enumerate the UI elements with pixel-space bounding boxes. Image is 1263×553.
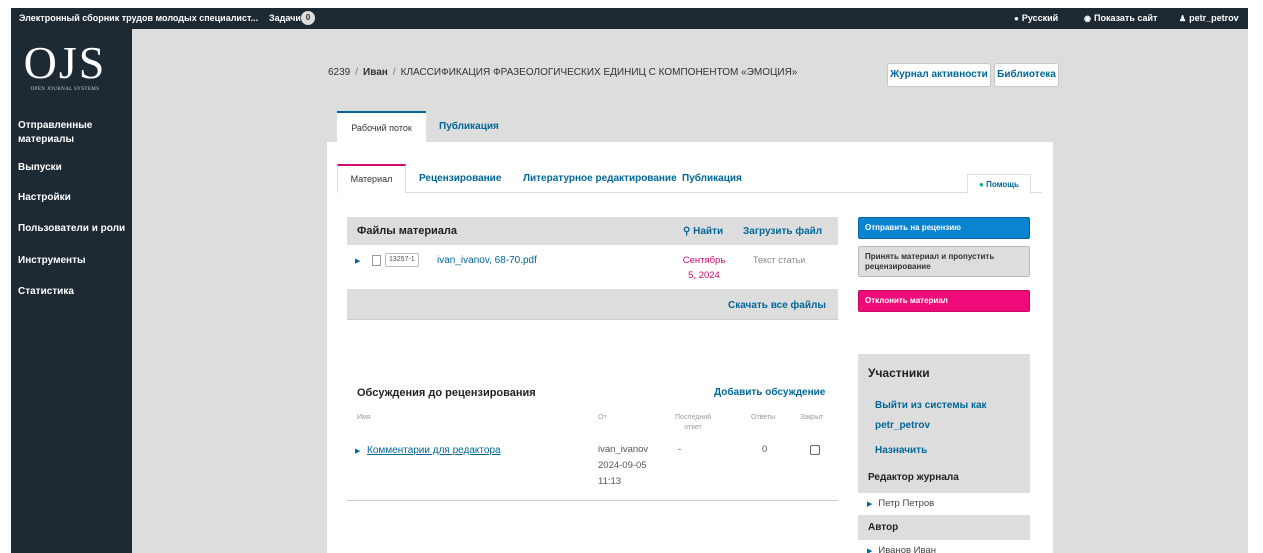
role-journal-editor: Редактор журнала (868, 472, 959, 483)
sidebar-item-tools[interactable]: Инструменты (18, 254, 128, 268)
participant-item[interactable]: ▶ Иванов Иван (858, 540, 1030, 553)
logo-subtitle: OPEN JOURNAL SYSTEMS (30, 87, 100, 92)
language-menu[interactable]: ● Русский (1014, 13, 1058, 23)
participants-panel: Участники Выйти из системы как petr_petro… (858, 354, 1030, 553)
tab-review[interactable]: Рецензирование (419, 164, 501, 193)
file-genre: Текст статьи (753, 255, 806, 265)
file-icon (372, 255, 381, 266)
app-window: Электронный сборник трудов молодых специ… (11, 8, 1248, 553)
submission-files-grid: Файлы материала ⚲ Найти Загрузить файл ▶… (347, 217, 838, 322)
sidebar-item-submissions[interactable]: Отправленные материалы (18, 119, 128, 147)
user-name: petr_petrov (1189, 13, 1239, 23)
tasks-count-badge[interactable]: 0 (301, 11, 315, 25)
breadcrumb: 6239/Иван / КЛАССИФИКАЦИЯ ФРАЗЕОЛОГИЧЕСКИХ… (328, 67, 798, 78)
participants-title: Участники (868, 366, 930, 380)
upload-file-link[interactable]: Загрузить файл (743, 226, 822, 237)
sidebar-item-users-roles[interactable]: Пользователи и роли (18, 222, 128, 236)
discussions-title: Обсуждения до рецензирования (357, 387, 536, 399)
globe-icon: ● (1014, 14, 1019, 23)
files-grid-footer: Скачать все файлы (347, 289, 838, 320)
user-icon: ♟ (1179, 14, 1187, 23)
discussion-link[interactable]: Комментарии для редактора (367, 445, 501, 456)
sidebar-item-issues[interactable]: Выпуски (18, 161, 128, 175)
col-header-from: От (598, 414, 607, 421)
tab-stage-publication[interactable]: Публикация (682, 164, 742, 193)
author-name: Иван (363, 67, 388, 78)
file-id-badge: 13257-1 (385, 253, 419, 267)
file-name-link[interactable]: ivan_ivanov, 68-70.pdf (437, 255, 537, 266)
expand-row-icon[interactable]: ▶ (355, 257, 360, 265)
discussions-grid: Обсуждения до рецензирования Добавить об… (347, 387, 838, 502)
site-name-link[interactable]: Электронный сборник трудов молодых специ… (19, 13, 258, 23)
send-to-review-button[interactable]: Отправить на рецензию (858, 217, 1030, 239)
sidebar-item-settings[interactable]: Настройки (18, 191, 128, 205)
submission-id: 6239 (328, 67, 351, 78)
discussion-replies: 0 (762, 444, 768, 455)
expand-row-icon: ▶ (867, 501, 873, 508)
add-discussion-link[interactable]: Добавить обсуждение (714, 387, 825, 398)
accept-skip-review-button[interactable]: Принять материал и пропустить рецензирова… (858, 246, 1030, 277)
tab-submission[interactable]: Материал (337, 164, 406, 193)
top-bar: Электронный сборник трудов молодых специ… (11, 8, 1248, 29)
search-icon: ⚲ (683, 226, 691, 237)
library-button[interactable]: Библиотека (994, 63, 1059, 87)
eye-icon: ◉ (1084, 14, 1091, 23)
tab-publication[interactable]: Публикация (439, 111, 499, 143)
download-all-link[interactable]: Скачать все файлы (728, 300, 826, 311)
logout-as-link[interactable]: Выйти из системы как petr_petrov (875, 396, 987, 436)
help-button[interactable]: ● Помощь (967, 174, 1031, 194)
language-label: Русский (1021, 13, 1059, 23)
main-content: 6239/Иван / КЛАССИФИКАЦИЯ ФРАЗЕОЛОГИЧЕСКИХ… (132, 29, 1248, 553)
workflow-panel: Материал Рецензирование Литературное ред… (327, 142, 1053, 553)
tab-workflow[interactable]: Рабочий поток (337, 111, 426, 143)
view-site-label: Показать сайт (1093, 13, 1158, 23)
help-icon: ● (979, 180, 984, 189)
participant-name: Петр Петров (878, 498, 935, 509)
discussion-last-reply: - (678, 444, 682, 455)
expand-row-icon[interactable]: ▶ (355, 447, 360, 455)
participant-item[interactable]: ▶ Петр Петров (858, 493, 1030, 515)
expand-row-icon: ▶ (867, 548, 873, 553)
page-title: КЛАССИФИКАЦИЯ ФРАЗЕОЛОГИЧЕСКИХ ЕДИНИЦ С … (400, 67, 798, 78)
assign-participant-link[interactable]: Назначить (875, 445, 927, 456)
tasks-link[interactable]: Задачи (269, 13, 301, 23)
col-header-last-reply: Последний ответ (675, 414, 712, 431)
user-menu[interactable]: ♟ petr_petrov (1179, 13, 1239, 23)
activity-log-button[interactable]: Журнал активности (887, 63, 991, 87)
col-header-closed: Закрыт (800, 414, 824, 421)
files-grid-title: Файлы материала (357, 225, 458, 237)
grid-divider (347, 500, 838, 501)
ojs-logo[interactable]: OJS OPEN JOURNAL SYSTEMS (20, 37, 110, 93)
view-site-link[interactable]: ◉ Показать сайт (1084, 13, 1157, 23)
help-label: Помощь (986, 180, 1019, 189)
sidebar-item-statistics[interactable]: Статистика (18, 285, 128, 299)
participant-name: Иванов Иван (878, 545, 936, 553)
file-date: Сентябрь 5, 2024 (682, 255, 726, 281)
discussion-closed-checkbox[interactable] (810, 445, 820, 455)
tab-copyediting[interactable]: Литературное редактирование (523, 164, 677, 193)
decline-submission-button[interactable]: Отклонить материал (858, 290, 1030, 312)
search-files-link[interactable]: ⚲ Найти (683, 226, 723, 237)
role-author: Автор (868, 522, 899, 533)
sidebar: OJS OPEN JOURNAL SYSTEMS Отправленные ма… (11, 29, 132, 553)
col-header-replies: Ответы (751, 414, 776, 421)
search-label: Найти (693, 226, 724, 237)
logo-text: OJS (23, 37, 107, 88)
col-header-name: Имя (357, 414, 371, 421)
files-grid-header: Файлы материала ⚲ Найти Загрузить файл (347, 217, 838, 245)
discussion-from: ivan_ivanov 2024-09-05 11:13 (598, 444, 649, 487)
